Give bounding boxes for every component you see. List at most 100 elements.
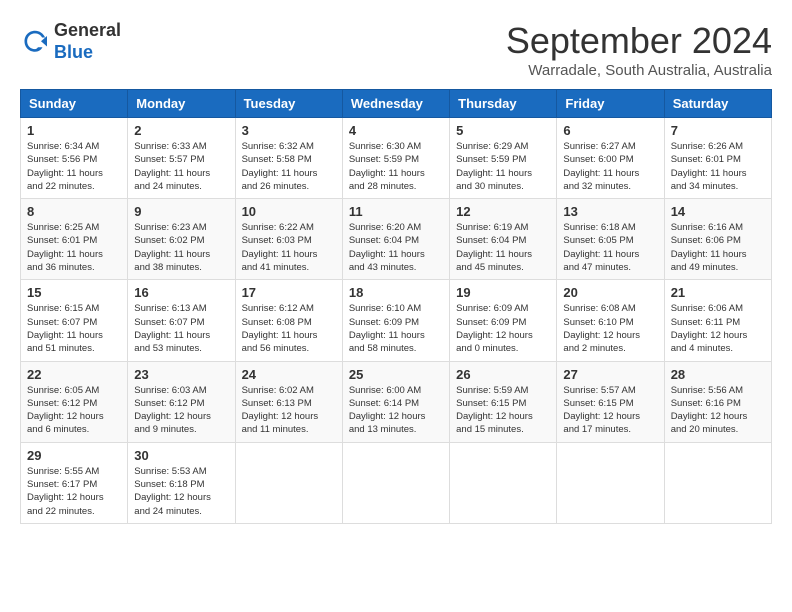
day-info: Sunrise: 6:33 AM Sunset: 5:57 PM Dayligh…	[134, 140, 228, 193]
day-number: 28	[671, 367, 765, 382]
day-info: Sunrise: 6:12 AM Sunset: 6:08 PM Dayligh…	[242, 302, 336, 355]
day-cell: 15 Sunrise: 6:15 AM Sunset: 6:07 PM Dayl…	[21, 280, 128, 361]
day-number: 7	[671, 123, 765, 138]
day-info: Sunrise: 6:00 AM Sunset: 6:14 PM Dayligh…	[349, 384, 443, 437]
header-row: Sunday Monday Tuesday Wednesday Thursday…	[21, 90, 772, 118]
day-cell: 17 Sunrise: 6:12 AM Sunset: 6:08 PM Dayl…	[235, 280, 342, 361]
day-cell: 7 Sunrise: 6:26 AM Sunset: 6:01 PM Dayli…	[664, 118, 771, 199]
day-number: 13	[563, 204, 657, 219]
day-info: Sunrise: 6:10 AM Sunset: 6:09 PM Dayligh…	[349, 302, 443, 355]
day-number: 25	[349, 367, 443, 382]
day-number: 5	[456, 123, 550, 138]
day-info: Sunrise: 5:57 AM Sunset: 6:15 PM Dayligh…	[563, 384, 657, 437]
day-cell	[450, 442, 557, 523]
day-cell: 13 Sunrise: 6:18 AM Sunset: 6:05 PM Dayl…	[557, 199, 664, 280]
day-cell: 26 Sunrise: 5:59 AM Sunset: 6:15 PM Dayl…	[450, 361, 557, 442]
day-info: Sunrise: 6:05 AM Sunset: 6:12 PM Dayligh…	[27, 384, 121, 437]
day-cell: 22 Sunrise: 6:05 AM Sunset: 6:12 PM Dayl…	[21, 361, 128, 442]
day-number: 4	[349, 123, 443, 138]
day-info: Sunrise: 6:16 AM Sunset: 6:06 PM Dayligh…	[671, 221, 765, 274]
logo-icon	[20, 27, 50, 57]
col-friday: Friday	[557, 90, 664, 118]
day-number: 21	[671, 285, 765, 300]
day-number: 20	[563, 285, 657, 300]
day-info: Sunrise: 6:20 AM Sunset: 6:04 PM Dayligh…	[349, 221, 443, 274]
day-number: 12	[456, 204, 550, 219]
day-info: Sunrise: 6:23 AM Sunset: 6:02 PM Dayligh…	[134, 221, 228, 274]
day-cell: 5 Sunrise: 6:29 AM Sunset: 5:59 PM Dayli…	[450, 118, 557, 199]
week-row-2: 8 Sunrise: 6:25 AM Sunset: 6:01 PM Dayli…	[21, 199, 772, 280]
day-number: 16	[134, 285, 228, 300]
day-number: 2	[134, 123, 228, 138]
day-cell	[557, 442, 664, 523]
day-number: 17	[242, 285, 336, 300]
day-cell: 2 Sunrise: 6:33 AM Sunset: 5:57 PM Dayli…	[128, 118, 235, 199]
day-info: Sunrise: 6:27 AM Sunset: 6:00 PM Dayligh…	[563, 140, 657, 193]
day-number: 30	[134, 448, 228, 463]
day-number: 8	[27, 204, 121, 219]
day-cell: 20 Sunrise: 6:08 AM Sunset: 6:10 PM Dayl…	[557, 280, 664, 361]
week-row-1: 1 Sunrise: 6:34 AM Sunset: 5:56 PM Dayli…	[21, 118, 772, 199]
day-cell	[342, 442, 449, 523]
page-container: General Blue September 2024 Warradale, S…	[20, 20, 772, 524]
day-cell: 23 Sunrise: 6:03 AM Sunset: 6:12 PM Dayl…	[128, 361, 235, 442]
calendar-table: Sunday Monday Tuesday Wednesday Thursday…	[20, 89, 772, 524]
day-info: Sunrise: 5:59 AM Sunset: 6:15 PM Dayligh…	[456, 384, 550, 437]
day-number: 14	[671, 204, 765, 219]
day-number: 22	[27, 367, 121, 382]
day-number: 27	[563, 367, 657, 382]
day-cell	[235, 442, 342, 523]
day-info: Sunrise: 6:13 AM Sunset: 6:07 PM Dayligh…	[134, 302, 228, 355]
day-cell: 30 Sunrise: 5:53 AM Sunset: 6:18 PM Dayl…	[128, 442, 235, 523]
day-info: Sunrise: 6:09 AM Sunset: 6:09 PM Dayligh…	[456, 302, 550, 355]
day-info: Sunrise: 6:32 AM Sunset: 5:58 PM Dayligh…	[242, 140, 336, 193]
day-number: 3	[242, 123, 336, 138]
day-info: Sunrise: 6:22 AM Sunset: 6:03 PM Dayligh…	[242, 221, 336, 274]
week-row-4: 22 Sunrise: 6:05 AM Sunset: 6:12 PM Dayl…	[21, 361, 772, 442]
day-cell: 3 Sunrise: 6:32 AM Sunset: 5:58 PM Dayli…	[235, 118, 342, 199]
day-cell: 9 Sunrise: 6:23 AM Sunset: 6:02 PM Dayli…	[128, 199, 235, 280]
col-sunday: Sunday	[21, 90, 128, 118]
day-info: Sunrise: 5:55 AM Sunset: 6:17 PM Dayligh…	[27, 465, 121, 518]
day-cell: 4 Sunrise: 6:30 AM Sunset: 5:59 PM Dayli…	[342, 118, 449, 199]
day-number: 6	[563, 123, 657, 138]
day-info: Sunrise: 6:03 AM Sunset: 6:12 PM Dayligh…	[134, 384, 228, 437]
day-cell: 6 Sunrise: 6:27 AM Sunset: 6:00 PM Dayli…	[557, 118, 664, 199]
col-monday: Monday	[128, 90, 235, 118]
day-info: Sunrise: 5:56 AM Sunset: 6:16 PM Dayligh…	[671, 384, 765, 437]
week-row-3: 15 Sunrise: 6:15 AM Sunset: 6:07 PM Dayl…	[21, 280, 772, 361]
col-thursday: Thursday	[450, 90, 557, 118]
month-title: September 2024	[506, 20, 772, 62]
day-info: Sunrise: 6:06 AM Sunset: 6:11 PM Dayligh…	[671, 302, 765, 355]
day-number: 11	[349, 204, 443, 219]
day-cell: 19 Sunrise: 6:09 AM Sunset: 6:09 PM Dayl…	[450, 280, 557, 361]
logo-text: General Blue	[54, 20, 121, 63]
day-info: Sunrise: 6:19 AM Sunset: 6:04 PM Dayligh…	[456, 221, 550, 274]
day-cell: 11 Sunrise: 6:20 AM Sunset: 6:04 PM Dayl…	[342, 199, 449, 280]
day-cell: 25 Sunrise: 6:00 AM Sunset: 6:14 PM Dayl…	[342, 361, 449, 442]
day-info: Sunrise: 6:08 AM Sunset: 6:10 PM Dayligh…	[563, 302, 657, 355]
day-cell: 12 Sunrise: 6:19 AM Sunset: 6:04 PM Dayl…	[450, 199, 557, 280]
day-number: 19	[456, 285, 550, 300]
header: General Blue September 2024 Warradale, S…	[20, 20, 772, 79]
day-info: Sunrise: 6:34 AM Sunset: 5:56 PM Dayligh…	[27, 140, 121, 193]
day-info: Sunrise: 6:18 AM Sunset: 6:05 PM Dayligh…	[563, 221, 657, 274]
day-number: 29	[27, 448, 121, 463]
week-row-5: 29 Sunrise: 5:55 AM Sunset: 6:17 PM Dayl…	[21, 442, 772, 523]
location-subtitle: Warradale, South Australia, Australia	[506, 62, 772, 79]
day-number: 18	[349, 285, 443, 300]
day-number: 23	[134, 367, 228, 382]
day-number: 10	[242, 204, 336, 219]
col-wednesday: Wednesday	[342, 90, 449, 118]
title-section: September 2024 Warradale, South Australi…	[506, 20, 772, 79]
day-cell: 21 Sunrise: 6:06 AM Sunset: 6:11 PM Dayl…	[664, 280, 771, 361]
day-info: Sunrise: 6:30 AM Sunset: 5:59 PM Dayligh…	[349, 140, 443, 193]
col-saturday: Saturday	[664, 90, 771, 118]
day-cell: 24 Sunrise: 6:02 AM Sunset: 6:13 PM Dayl…	[235, 361, 342, 442]
day-cell: 28 Sunrise: 5:56 AM Sunset: 6:16 PM Dayl…	[664, 361, 771, 442]
day-cell	[664, 442, 771, 523]
day-info: Sunrise: 6:29 AM Sunset: 5:59 PM Dayligh…	[456, 140, 550, 193]
day-cell: 18 Sunrise: 6:10 AM Sunset: 6:09 PM Dayl…	[342, 280, 449, 361]
day-cell: 14 Sunrise: 6:16 AM Sunset: 6:06 PM Dayl…	[664, 199, 771, 280]
day-number: 26	[456, 367, 550, 382]
